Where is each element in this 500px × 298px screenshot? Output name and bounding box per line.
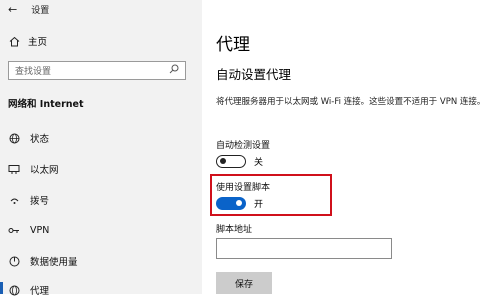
proxy-settings-panel: 代理 自动设置代理 将代理服务器用于以太网或 Wi-Fi 连接。这些设置不适用于… — [202, 0, 500, 294]
auto-detect-row: 关 — [216, 155, 263, 168]
ethernet-icon — [8, 163, 20, 175]
page-title: 代理 — [216, 35, 250, 55]
auto-detect-toggle[interactable] — [216, 155, 246, 168]
dialup-icon — [8, 194, 20, 206]
sidebar-item-label: 以太网 — [30, 165, 59, 176]
sidebar-item-ethernet[interactable]: 以太网 — [8, 161, 59, 177]
script-address-input[interactable] — [216, 238, 392, 259]
home-icon — [8, 35, 20, 47]
vpn-icon — [8, 224, 20, 236]
sidebar-item-label: VPN — [30, 224, 50, 236]
use-script-row: 开 — [216, 197, 263, 210]
section-subtitle: 自动设置代理 — [216, 67, 292, 82]
sidebar-item-home[interactable]: 主页 — [8, 34, 47, 48]
window-title: 设置 — [31, 5, 50, 16]
globe-icon — [8, 132, 20, 144]
search-placeholder: 查找设置 — [15, 67, 52, 77]
auto-detect-state: 关 — [254, 158, 264, 168]
use-script-state: 开 — [254, 200, 264, 210]
save-button[interactable]: 保存 — [216, 272, 272, 294]
toggle-knob — [236, 200, 242, 206]
search-input[interactable]: 查找设置 — [8, 61, 186, 80]
proxy-globe-icon — [8, 284, 20, 296]
sidebar-item-label: 状态 — [30, 134, 50, 145]
sidebar-item-data-usage[interactable]: 数据使用量 — [8, 253, 78, 269]
settings-sidebar: ← 设置 主页 查找设置 网络和 Internet 状态 以太网 拨号 VPN … — [0, 0, 202, 297]
toggle-knob — [220, 158, 226, 164]
sidebar-item-label: 数据使用量 — [30, 257, 78, 268]
script-address-label: 脚本地址 — [216, 225, 253, 235]
auto-detect-label: 自动检测设置 — [216, 141, 271, 151]
home-label: 主页 — [28, 37, 48, 48]
window-titlebar: ← 设置 — [8, 0, 49, 18]
data-usage-icon — [8, 255, 20, 267]
sidebar-section-title: 网络和 Internet — [8, 99, 84, 110]
sidebar-item-dialup[interactable]: 拨号 — [8, 192, 49, 208]
sidebar-item-label: 拨号 — [30, 196, 50, 207]
sidebar-item-status[interactable]: 状态 — [8, 130, 49, 146]
use-script-label: 使用设置脚本 — [216, 183, 271, 193]
use-script-toggle[interactable] — [216, 197, 246, 210]
search-icon — [169, 64, 179, 77]
active-indicator — [0, 282, 3, 294]
sidebar-item-label: 代理 — [30, 286, 50, 297]
sidebar-item-vpn[interactable]: VPN — [8, 222, 49, 238]
section-description: 将代理服务器用于以太网或 Wi-Fi 连接。这些设置不适用于 VPN 连接。 — [216, 97, 486, 107]
sidebar-item-proxy[interactable]: 代理 — [8, 282, 49, 298]
back-arrow-icon[interactable]: ← — [8, 3, 17, 16]
